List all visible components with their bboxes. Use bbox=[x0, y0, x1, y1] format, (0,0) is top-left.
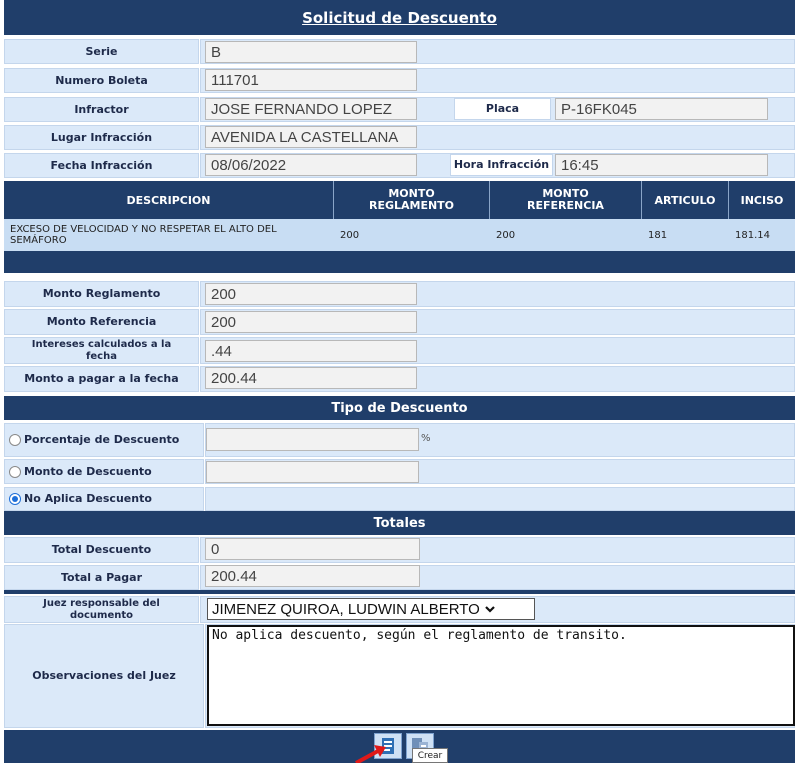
fecha-infraccion-field[interactable]: 08/06/2022 bbox=[205, 154, 417, 176]
table-footer-bar bbox=[4, 251, 795, 273]
monto-referencia-label: Monto Referencia bbox=[4, 309, 199, 335]
serie-field[interactable]: B bbox=[205, 41, 417, 63]
cell-inciso: 181.14 bbox=[735, 229, 770, 241]
no-aplica-row-bg bbox=[205, 487, 795, 511]
placa-field[interactable]: P-16FK045 bbox=[555, 98, 768, 120]
total-descuento-label: Total Descuento bbox=[4, 537, 199, 563]
porcentaje-option[interactable]: Porcentaje de Descuento bbox=[4, 423, 204, 457]
porcentaje-label: Porcentaje de Descuento bbox=[24, 433, 180, 446]
cell-monto-referencia: 200 bbox=[496, 229, 516, 241]
lugar-infraccion-label: Lugar Infracción bbox=[4, 125, 199, 150]
juez-label: Juez responsable del documento bbox=[4, 596, 199, 623]
serie-label: Serie bbox=[4, 39, 199, 64]
intereses-field[interactable]: .44 bbox=[205, 340, 417, 362]
monto-descuento-option[interactable]: Monto de Descuento bbox=[4, 459, 204, 484]
fecha-infraccion-label: Fecha Infracción bbox=[4, 153, 199, 178]
infractor-label: Infractor bbox=[4, 97, 199, 122]
cell-articulo: 181 bbox=[648, 229, 668, 241]
observaciones-text: No aplica descuento, según el reglamento… bbox=[212, 628, 627, 643]
col-articulo-header: ARTICULO bbox=[654, 193, 716, 207]
col-inciso-header: INCISO bbox=[740, 193, 784, 207]
observaciones-textarea[interactable]: No aplica descuento, según el reglamento… bbox=[207, 625, 795, 726]
total-pagar-field[interactable]: 200.44 bbox=[205, 565, 420, 587]
monto-referencia-field[interactable]: 200 bbox=[205, 311, 417, 333]
monto-reglamento-field[interactable]: 200 bbox=[205, 283, 417, 305]
chevron-down-icon bbox=[485, 606, 495, 613]
col-descripcion-header: DESCRIPCION bbox=[126, 193, 211, 207]
annotation-arrow-icon bbox=[355, 745, 386, 763]
crear-tooltip-text: Crear bbox=[417, 750, 443, 761]
porcentaje-field[interactable] bbox=[206, 428, 419, 451]
monto-pagar-fecha-label: Monto a pagar a la fecha bbox=[4, 366, 199, 392]
totales-header: Totales bbox=[4, 511, 795, 535]
hora-infraccion-field[interactable]: 16:45 bbox=[555, 154, 768, 176]
lugar-infraccion-field[interactable]: AVENIDA LA CASTELLANA bbox=[205, 126, 417, 148]
percent-sign: % bbox=[421, 433, 431, 444]
cell-descripcion: EXCESO DE VELOCIDAD Y NO RESPETAR EL ALT… bbox=[10, 224, 277, 246]
cell-monto-reglamento: 200 bbox=[340, 229, 360, 241]
no-aplica-radio[interactable] bbox=[9, 493, 21, 505]
crear-tooltip: Crear bbox=[412, 748, 448, 763]
juez-selected-value: JIMENEZ QUIROA, LUDWIN ALBERTO bbox=[212, 600, 480, 618]
form-title-bar: Solicitud de Descuento bbox=[4, 0, 795, 35]
tipo-descuento-header: Tipo de Descuento bbox=[4, 396, 795, 420]
monto-descuento-radio[interactable] bbox=[9, 465, 21, 478]
total-descuento-field[interactable]: 0 bbox=[205, 538, 420, 560]
juez-select[interactable]: JIMENEZ QUIROA, LUDWIN ALBERTO bbox=[207, 598, 535, 620]
numero-boleta-field[interactable]: 111701 bbox=[205, 69, 417, 91]
monto-pagar-fecha-field[interactable]: 200.44 bbox=[205, 367, 417, 389]
monto-descuento-label: Monto de Descuento bbox=[24, 464, 152, 478]
porcentaje-radio[interactable] bbox=[9, 434, 21, 446]
page-title: Solicitud de Descuento bbox=[302, 8, 497, 27]
observaciones-label: Observaciones del Juez bbox=[4, 624, 204, 728]
hora-infraccion-label: Hora Infracción bbox=[450, 154, 553, 176]
col-monto-reglamento-header: MONTO REGLAMENTO bbox=[368, 187, 455, 212]
infractor-field[interactable]: JOSE FERNANDO LOPEZ bbox=[205, 98, 417, 120]
juez-separator-bar bbox=[4, 590, 795, 594]
intereses-label: Intereses calculados a la fecha bbox=[4, 337, 199, 364]
total-pagar-label: Total a Pagar bbox=[4, 565, 199, 590]
numero-boleta-label: Numero Boleta bbox=[4, 68, 199, 93]
monto-reglamento-label: Monto Reglamento bbox=[4, 281, 199, 307]
col-monto-referencia-header: MONTO REFERENCIA bbox=[527, 187, 604, 212]
monto-descuento-field[interactable] bbox=[206, 461, 419, 483]
no-aplica-option[interactable]: No Aplica Descuento bbox=[4, 487, 204, 511]
placa-label: Placa bbox=[454, 98, 551, 120]
no-aplica-label: No Aplica Descuento bbox=[24, 492, 152, 505]
